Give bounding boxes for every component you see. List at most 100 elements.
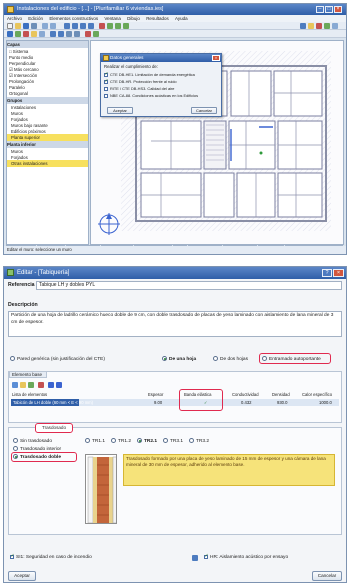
- radio-tr21[interactable]: TR2.1: [137, 438, 157, 445]
- col-lista: Lista de elementos: [12, 392, 48, 397]
- print-icon[interactable]: [31, 23, 37, 29]
- copy-icon[interactable]: [107, 23, 113, 29]
- option-nbe[interactable]: NBE CA-88. Condiciones acústicas en los …: [104, 93, 218, 99]
- maximize-icon[interactable]: □: [325, 6, 333, 13]
- calculate-icon[interactable]: [308, 23, 314, 29]
- radio-icon[interactable]: [213, 356, 218, 362]
- zoom-in-icon[interactable]: [64, 23, 70, 29]
- roof-tool-icon[interactable]: [58, 31, 64, 37]
- text-tool-icon[interactable]: [74, 31, 80, 37]
- group-icon[interactable]: [15, 31, 21, 37]
- radio-tr31[interactable]: TR3.1: [163, 438, 183, 445]
- radio-label: TR1.1: [92, 439, 106, 444]
- radio-icon-selected[interactable]: [162, 356, 167, 362]
- radio-floating[interactable]: Entramado autoportante: [262, 356, 321, 363]
- tab-trasdosado[interactable]: Trasdosado: [35, 423, 73, 433]
- radio-generic[interactable]: Pared genérica (sin justificación del CT…: [10, 356, 105, 363]
- save-icon[interactable]: [23, 23, 29, 29]
- minimize-icon[interactable]: –: [316, 6, 324, 13]
- tree-item-selected[interactable]: Otras instalaciones: [7, 160, 88, 167]
- radio-icon[interactable]: [262, 356, 267, 362]
- checkbox-checked[interactable]: [104, 72, 109, 77]
- undo-icon[interactable]: [42, 23, 48, 29]
- menu-resultados[interactable]: Resultados: [146, 16, 169, 21]
- option-rite[interactable]: RITE / CTE DB-HS3. Calidad del aire: [104, 86, 218, 92]
- delete-layer-icon[interactable]: [38, 382, 44, 388]
- tree-item-selected[interactable]: Planta superior: [7, 134, 88, 141]
- report-icon[interactable]: [316, 23, 322, 29]
- cancel-button[interactable]: Cancelar: [312, 571, 342, 581]
- accept-button[interactable]: Aceptar: [8, 571, 36, 581]
- radio-icon-selected[interactable]: [137, 438, 142, 444]
- window-tool-icon[interactable]: [31, 31, 37, 37]
- close-icon[interactable]: ×: [333, 269, 344, 277]
- radio-tr11[interactable]: TR1.1: [85, 438, 105, 445]
- help-icon[interactable]: ?: [322, 269, 332, 277]
- checkbox[interactable]: [104, 86, 108, 91]
- edit-layer-icon[interactable]: [20, 382, 26, 388]
- radio-icon[interactable]: [85, 438, 90, 444]
- info-icon[interactable]: [192, 555, 198, 561]
- grid-icon[interactable]: [93, 31, 99, 37]
- snap-icon[interactable]: [85, 31, 91, 37]
- checkbox-checked[interactable]: [204, 553, 209, 560]
- dialog-cancel-button[interactable]: Cancelar: [191, 107, 217, 114]
- copy-layer-icon[interactable]: [28, 382, 34, 388]
- move-down-icon[interactable]: [56, 382, 62, 388]
- menu-archivo[interactable]: Archivo: [7, 16, 22, 21]
- zoom-window-icon[interactable]: [80, 23, 86, 29]
- check-si1[interactable]: SI1: Seguridad en caso de incendio: [10, 553, 92, 561]
- dialog-close-icon[interactable]: ×: [212, 55, 220, 61]
- rotate-icon[interactable]: [123, 23, 129, 29]
- menu-ventana[interactable]: Ventana: [104, 16, 121, 21]
- radio-icon[interactable]: [10, 356, 15, 362]
- zoom-out-icon[interactable]: [72, 23, 78, 29]
- add-layer-icon[interactable]: [12, 382, 18, 388]
- menu-ayuda[interactable]: Ayuda: [175, 16, 188, 21]
- delete-icon[interactable]: [99, 23, 105, 29]
- redo-icon[interactable]: [50, 23, 56, 29]
- tab-elemento-base[interactable]: Elemento base: [9, 371, 47, 378]
- view-3d-icon[interactable]: [300, 23, 306, 29]
- option-he1[interactable]: CTE DB-HE1. Limitación de demanda energé…: [104, 72, 218, 78]
- wall-icon[interactable]: [23, 31, 29, 37]
- radio-icon[interactable]: [163, 438, 168, 444]
- check-icon[interactable]: [324, 23, 330, 29]
- move-up-icon[interactable]: [48, 382, 54, 388]
- section-preview: [85, 454, 117, 524]
- toolbar-top: [4, 22, 346, 30]
- dialog-accept-button[interactable]: Aceptar: [107, 107, 133, 114]
- radio-tr32[interactable]: TR3.2: [189, 438, 209, 445]
- open-folder-icon[interactable]: [15, 23, 21, 29]
- help-icon[interactable]: [332, 23, 338, 29]
- move-icon[interactable]: [115, 23, 121, 29]
- referencia-input[interactable]: Tabique LH y dobles PYL: [36, 281, 342, 290]
- checkbox-checked[interactable]: [10, 553, 15, 560]
- radio-sin-trasdosado[interactable]: Sin trasdosado: [13, 438, 52, 445]
- tree-item[interactable]: Ortogonal: [7, 90, 88, 97]
- radio-icon[interactable]: [189, 438, 194, 444]
- layer-icon[interactable]: [7, 31, 13, 37]
- radio-icon[interactable]: [13, 446, 18, 452]
- radio-label: Pared genérica (sin justificación del CT…: [17, 357, 105, 362]
- radio-icon[interactable]: [13, 438, 18, 444]
- radio-icon[interactable]: [111, 438, 116, 444]
- floor-tool-icon[interactable]: [50, 31, 56, 37]
- dimension-icon[interactable]: [66, 31, 72, 37]
- menu-dibujo[interactable]: Dibujo: [127, 16, 140, 21]
- menu-edicion[interactable]: Edición: [28, 16, 43, 21]
- option-hr[interactable]: CTE DB-HR. Protección frente al ruido: [104, 79, 218, 85]
- checkbox[interactable]: [104, 93, 108, 98]
- descripcion-textarea[interactable]: Partición de una hoja de ladrillo cerámi…: [8, 311, 342, 337]
- door-tool-icon[interactable]: [39, 31, 45, 37]
- close-icon[interactable]: ×: [334, 6, 342, 13]
- new-file-icon[interactable]: [7, 23, 13, 29]
- check-hr[interactable]: HR: Aislamiento acústico por ensayo: [204, 553, 288, 561]
- radio-two-leaf[interactable]: De dos hojas: [213, 356, 248, 363]
- checkbox-checked[interactable]: [104, 79, 109, 84]
- radio-label: Entramado autoportante: [269, 357, 321, 362]
- radio-one-leaf[interactable]: De una hoja: [162, 356, 196, 363]
- menu-elementos[interactable]: Elementos constructivos: [49, 16, 98, 21]
- radio-tr12[interactable]: TR1.2: [111, 438, 131, 445]
- pan-icon[interactable]: [88, 23, 94, 29]
